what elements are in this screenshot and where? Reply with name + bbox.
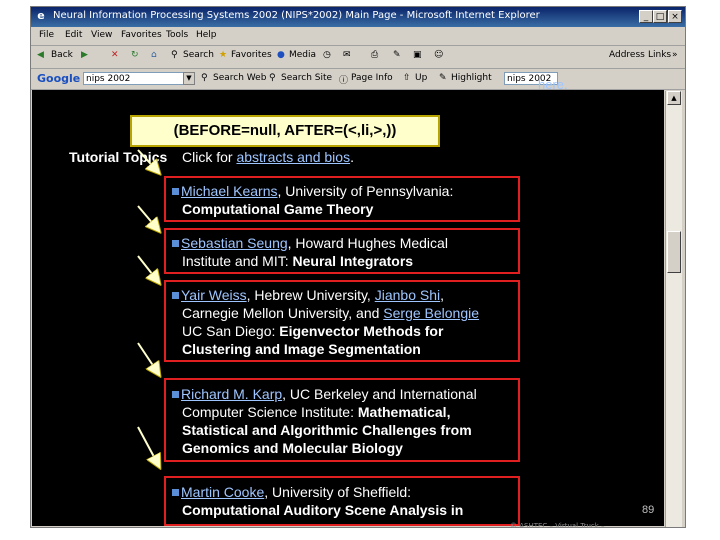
- delimiter-annotation: (BEFORE=null, AFTER=(<,li,>,)): [130, 115, 440, 147]
- slide-footer: © ASHTEC – Virtual Truck –: [510, 522, 605, 530]
- arrow: [137, 342, 160, 376]
- slide-page-number: 89: [642, 504, 655, 516]
- arrow-overlay: [137, 149, 720, 540]
- arrow: [137, 255, 160, 284]
- arrow: [137, 426, 160, 468]
- arrow: [137, 149, 160, 174]
- arrow: [137, 205, 160, 232]
